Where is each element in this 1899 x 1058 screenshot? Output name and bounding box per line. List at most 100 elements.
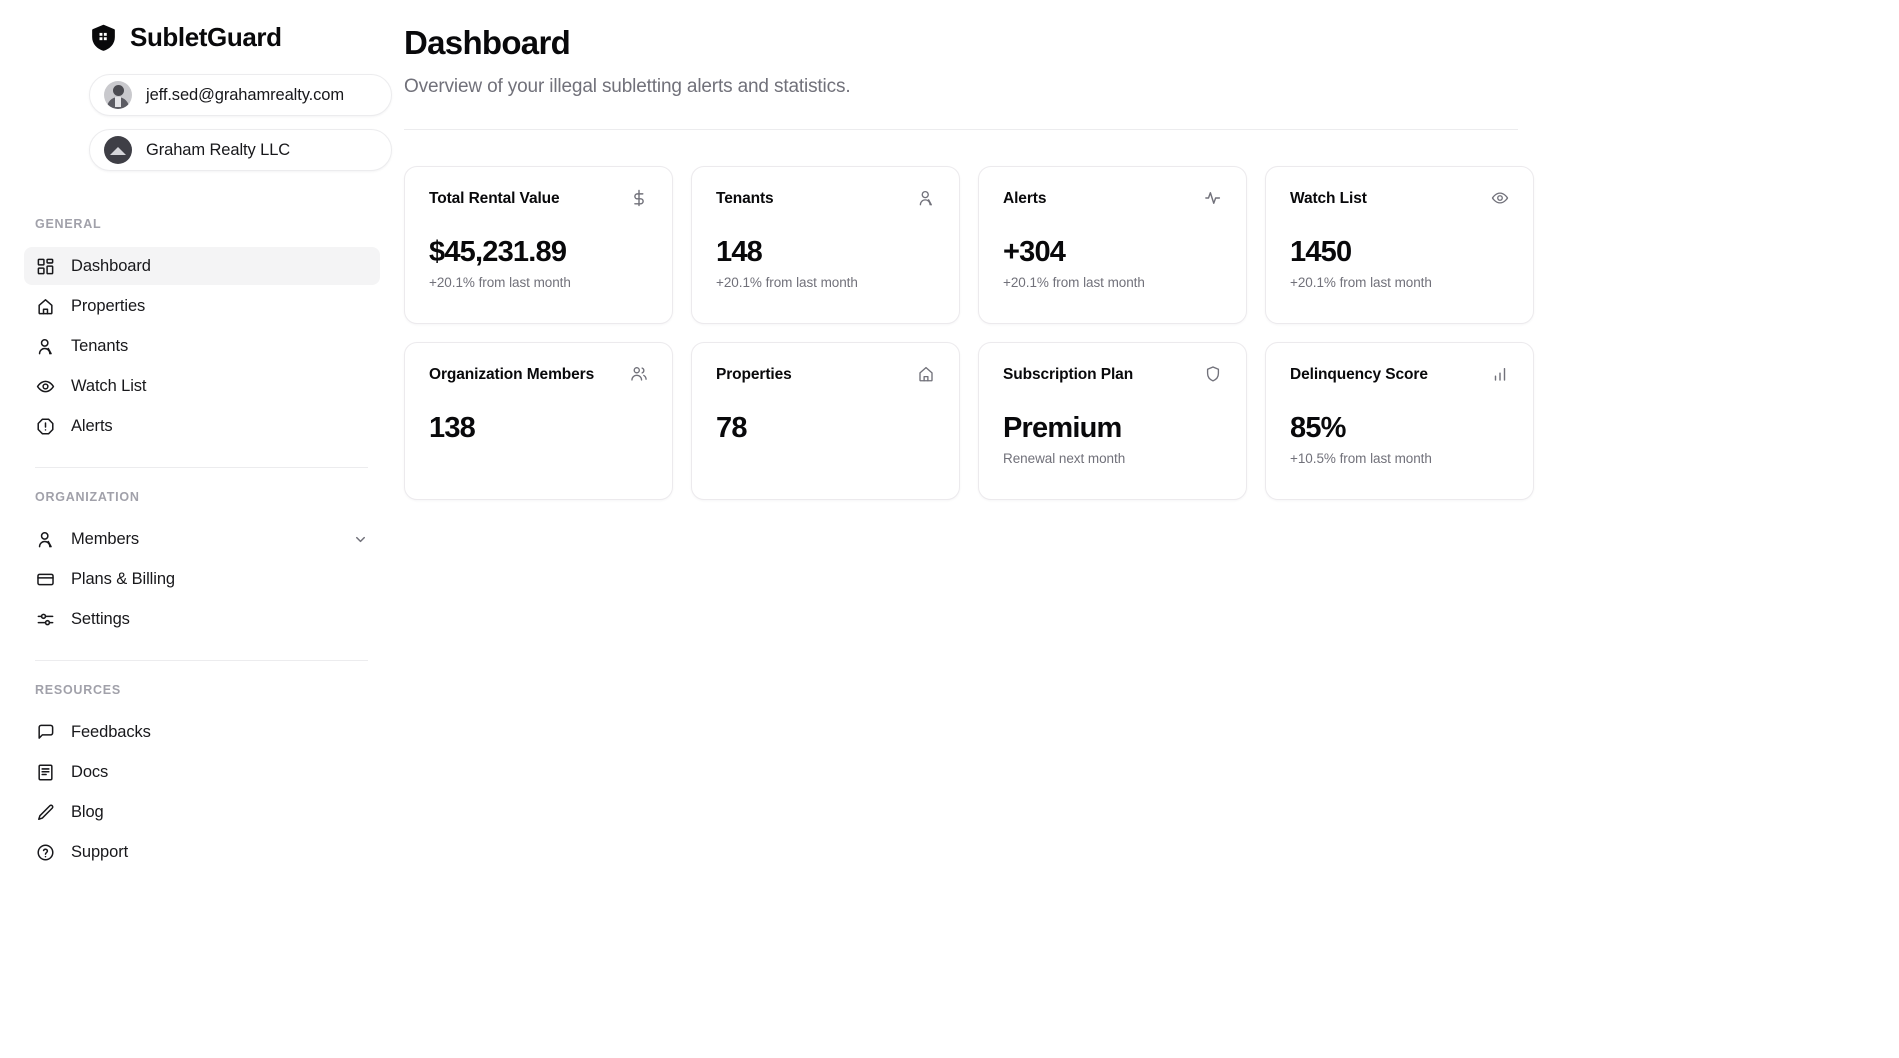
card-value: $45,231.89 [429, 235, 567, 268]
sidebar-item-tenants[interactable]: Tenants [24, 327, 380, 365]
pencil-icon [36, 803, 55, 822]
user-icon [36, 337, 55, 356]
organization-avatar [104, 136, 132, 164]
sidebar-item-support[interactable]: Support [24, 833, 380, 871]
card-header: Tenants [716, 190, 935, 209]
brand[interactable]: SubletGuard [24, 0, 380, 74]
credit-card-icon [36, 570, 55, 589]
card-title: Watch List [1290, 189, 1367, 207]
organization-chip[interactable]: Graham Realty LLC [89, 129, 392, 171]
stat-card-watch-list[interactable]: Watch List 1450 +20.1% from last month [1265, 165, 1534, 324]
sidebar-item-label: Support [71, 842, 129, 861]
card-title: Delinquency Score [1290, 365, 1428, 383]
stat-card-alerts[interactable]: Alerts +304 +20.1% from last month [978, 165, 1247, 324]
card-title: Properties [716, 365, 792, 383]
book-icon [36, 763, 55, 782]
sidebar-divider [35, 467, 368, 468]
stat-card-subscription-plan[interactable]: Subscription Plan Premium Renewal next m… [978, 341, 1247, 500]
help-circle-icon [36, 843, 55, 862]
sidebar-item-watch-list[interactable]: Watch List [24, 367, 380, 405]
section-label-resources: RESOURCES [35, 683, 121, 697]
sidebar-item-members[interactable]: Members [24, 520, 380, 558]
card-title: Tenants [716, 189, 774, 207]
card-footnote: +20.1% from last month [1290, 275, 1432, 291]
sidebar-item-docs[interactable]: Docs [24, 753, 380, 791]
home-icon [917, 365, 935, 383]
card-value: +304 [1003, 235, 1066, 268]
user-icon [917, 189, 935, 207]
card-header: Organization Members [429, 366, 648, 385]
card-header: Watch List [1290, 190, 1509, 209]
sidebar-item-label: Tenants [71, 336, 129, 355]
card-footnote: +10.5% from last month [1290, 451, 1432, 467]
card-header: Properties [716, 366, 935, 385]
app-root: SubletGuard jeff.sed@grahamrealty.com Gr… [0, 0, 1899, 1058]
card-footnote: +20.1% from last month [716, 275, 858, 291]
sidebar-divider [35, 660, 368, 661]
user-avatar [104, 81, 132, 109]
sidebar-item-label: Members [71, 529, 140, 548]
page-header: Dashboard Overview of your illegal suble… [404, 24, 1851, 98]
card-footnote: Renewal next month [1003, 451, 1126, 467]
sidebar-item-feedbacks[interactable]: Feedbacks [24, 713, 380, 751]
bar-chart-icon [1491, 365, 1509, 383]
user-email: jeff.sed@grahamrealty.com [146, 85, 344, 104]
nav-section-general: GENERAL Dashboard Properties Tenants Wat… [24, 217, 380, 445]
shield-icon [1204, 365, 1222, 383]
main-content: Dashboard Overview of your illegal suble… [404, 0, 1899, 1058]
card-value: 1450 [1290, 235, 1352, 268]
sidebar-item-label: Feedbacks [71, 722, 151, 741]
home-icon [36, 297, 55, 316]
card-header: Delinquency Score [1290, 366, 1509, 385]
shield-house-icon [89, 23, 118, 52]
section-label-general: GENERAL [35, 217, 102, 231]
sidebar-item-label: Blog [71, 802, 104, 821]
users-icon [630, 365, 648, 383]
card-title: Subscription Plan [1003, 365, 1134, 383]
sidebar-item-blog[interactable]: Blog [24, 793, 380, 831]
message-square-icon [36, 723, 55, 742]
sidebar-item-label: Docs [71, 762, 109, 781]
nav-section-resources: RESOURCES Feedbacks Docs Blog Support [24, 683, 380, 871]
sidebar-item-plans-billing[interactable]: Plans & Billing [24, 560, 380, 598]
user-icon [36, 530, 55, 549]
sliders-icon [36, 610, 55, 629]
card-header: Total Rental Value [429, 189, 648, 209]
stat-card-total-rental-value[interactable]: Total Rental Value $45,231.89 +20.1% fro… [404, 165, 673, 324]
stat-card-tenants[interactable]: Tenants 148 +20.1% from last month [691, 165, 960, 324]
sidebar-item-settings[interactable]: Settings [24, 600, 380, 638]
card-footnote: +20.1% from last month [1003, 275, 1145, 291]
alert-octagon-icon [36, 417, 55, 436]
sidebar-item-label: Alerts [71, 416, 113, 435]
page-title: Dashboard [404, 24, 571, 61]
organization-name: Graham Realty LLC [146, 140, 291, 159]
dollar-sign-icon [630, 189, 648, 207]
sidebar-item-properties[interactable]: Properties [24, 287, 380, 325]
sidebar-item-label: Watch List [71, 376, 147, 395]
card-header: Subscription Plan [1003, 366, 1222, 385]
sidebar-item-dashboard[interactable]: Dashboard [24, 247, 380, 285]
sidebar-item-label: Properties [71, 296, 146, 315]
user-account-chip[interactable]: jeff.sed@grahamrealty.com [89, 74, 392, 116]
sidebar-item-label: Plans & Billing [71, 569, 175, 588]
sidebar-item-label: Settings [71, 609, 130, 628]
eye-icon [36, 377, 55, 396]
stat-card-delinquency-score[interactable]: Delinquency Score 85% +10.5% from last m… [1265, 341, 1534, 500]
stat-card-organization-members[interactable]: Organization Members 138 [404, 341, 673, 500]
sidebar-item-alerts[interactable]: Alerts [24, 407, 380, 445]
card-title: Total Rental Value [429, 189, 560, 207]
card-value: Premium [1003, 411, 1122, 444]
page-subtitle: Overview of your illegal subletting aler… [404, 75, 851, 97]
eye-icon [1491, 189, 1509, 207]
card-value: 85% [1290, 411, 1346, 444]
stat-card-properties[interactable]: Properties 78 [691, 341, 960, 500]
card-title: Alerts [1003, 189, 1047, 207]
stat-card-grid: Total Rental Value $45,231.89 +20.1% fro… [404, 165, 1851, 500]
card-header: Alerts [1003, 190, 1222, 209]
sidebar: SubletGuard jeff.sed@grahamrealty.com Gr… [0, 0, 404, 1058]
layout-grid-icon [36, 257, 55, 276]
activity-icon [1204, 189, 1222, 207]
brand-name: SubletGuard [130, 21, 282, 52]
chevron-down-icon[interactable] [353, 532, 368, 547]
sidebar-item-label: Dashboard [71, 256, 151, 275]
